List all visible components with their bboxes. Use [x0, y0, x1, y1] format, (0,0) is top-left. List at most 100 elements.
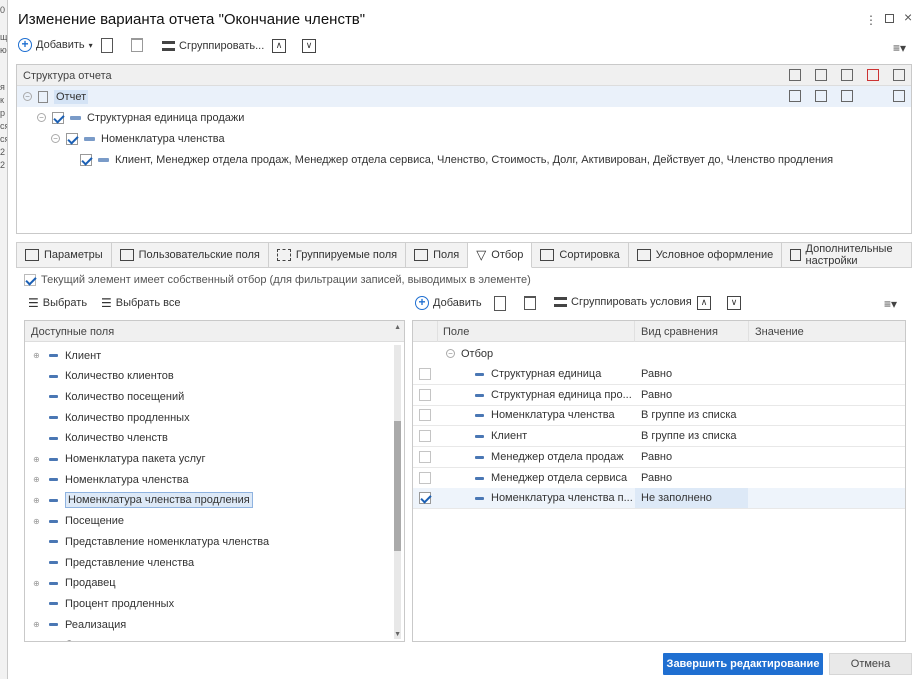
available-field-item[interactable]: Процент продленных — [25, 593, 404, 614]
delete-icon[interactable] — [131, 38, 143, 52]
collapse-icon[interactable]: − — [37, 113, 46, 122]
available-field-item[interactable]: Представление номенклатура членства — [25, 531, 404, 552]
filter-settings-icon[interactable] — [815, 69, 827, 81]
sort-settings-icon[interactable] — [841, 90, 853, 102]
condition-comparison[interactable]: Равно — [635, 468, 748, 488]
structure-item-checkbox[interactable] — [80, 153, 92, 166]
move-up-icon[interactable]: ∧ — [272, 39, 286, 53]
structure-row-sale-unit[interactable]: − Структурная единица продажи — [17, 107, 911, 128]
available-field-item[interactable]: Количество членств — [25, 428, 404, 449]
tab-sort[interactable]: Сортировка — [532, 242, 629, 268]
condition-comparison[interactable]: В группе из списка — [635, 405, 748, 425]
available-field-item[interactable]: ⊕ Номенклатура членства продления — [25, 490, 404, 511]
collapse-icon[interactable]: − — [23, 92, 32, 101]
available-field-item[interactable]: ⊕ Продавец — [25, 573, 404, 594]
expand-icon[interactable]: ⊕ — [33, 579, 42, 588]
expand-icon[interactable]: ⊕ — [33, 517, 42, 526]
structure-item-checkbox[interactable] — [52, 111, 64, 124]
output-settings-icon[interactable] — [893, 90, 905, 102]
menu-icon[interactable]: ≡▾ — [884, 297, 897, 311]
condition-row[interactable]: Менеджер отдела сервиса Равно — [413, 468, 905, 489]
columns-icon[interactable] — [789, 90, 801, 102]
add-button[interactable]: + Добавить ▾ — [18, 38, 93, 52]
sort-settings-icon[interactable] — [841, 69, 853, 81]
condition-checkbox[interactable] — [419, 492, 431, 505]
condition-comparison[interactable]: Равно — [635, 447, 748, 467]
condition-row[interactable]: Структурная единица Равно — [413, 364, 905, 385]
condition-comparison[interactable]: Не заполнено — [635, 488, 748, 509]
expand-icon[interactable]: ⊕ — [33, 455, 42, 464]
filter-settings-icon[interactable] — [815, 90, 827, 102]
available-field-item[interactable]: Количество продленных — [25, 407, 404, 428]
collapse-icon[interactable]: − — [51, 134, 60, 143]
available-field-item[interactable]: Количество посещений — [25, 386, 404, 407]
scroll-down-icon[interactable]: ▼ — [394, 631, 401, 638]
cancel-button[interactable]: Отмена — [829, 653, 912, 675]
menu-icon[interactable]: ≡▾ — [893, 41, 906, 55]
available-field-item[interactable]: ⊕ Реализация — [25, 614, 404, 635]
maximize-icon[interactable] — [885, 14, 894, 23]
select-all-button[interactable]: ☰ Выбрать все — [101, 296, 180, 310]
add-condition-button[interactable]: + Добавить — [415, 296, 482, 310]
condition-comparison[interactable]: Равно — [635, 385, 748, 405]
clear-settings-icon[interactable] — [867, 69, 879, 81]
structure-row-details[interactable]: Клиент, Менеджер отдела продаж, Менеджер… — [17, 149, 911, 170]
copy-icon[interactable] — [101, 38, 113, 53]
expand-icon[interactable]: ⊕ — [33, 620, 42, 629]
copy-icon[interactable] — [494, 296, 506, 311]
tab-fields[interactable]: Поля — [406, 242, 469, 268]
available-field-item[interactable]: Представление членства — [25, 552, 404, 573]
condition-row[interactable]: Структурная единица про... Равно — [413, 385, 905, 406]
delete-icon[interactable] — [524, 296, 536, 310]
condition-checkbox[interactable] — [419, 368, 431, 380]
available-field-item[interactable]: ⊕ Посещение — [25, 511, 404, 532]
own-filter-option[interactable]: Текущий элемент имеет собственный отбор … — [24, 274, 531, 286]
available-field-item[interactable]: ⊕ Номенклатура членства — [25, 469, 404, 490]
structure-row-report[interactable]: − Отчет — [17, 86, 911, 107]
move-down-icon[interactable]: ∨ — [302, 39, 316, 53]
condition-row[interactable]: Клиент В группе из списка — [413, 426, 905, 448]
expand-icon[interactable]: ⊕ — [33, 496, 42, 505]
condition-field: Клиент — [491, 430, 528, 443]
tab-custom-fields[interactable]: Пользовательские поля — [111, 242, 269, 268]
condition-comparison[interactable]: Равно — [635, 364, 748, 384]
condition-row[interactable]: Менеджер отдела продаж Равно — [413, 447, 905, 468]
columns-icon[interactable] — [789, 69, 801, 81]
select-button[interactable]: ☰ Выбрать — [28, 296, 87, 310]
expand-icon[interactable]: ⊕ — [33, 475, 42, 484]
condition-checkbox[interactable] — [419, 388, 431, 401]
own-filter-checkbox[interactable] — [24, 274, 36, 286]
structure-item-checkbox[interactable] — [66, 132, 78, 145]
column-divider — [437, 321, 438, 342]
group-button[interactable]: Сгруппировать... — [162, 40, 264, 52]
output-settings-icon[interactable] — [893, 69, 905, 81]
available-field-item[interactable]: ⊕ Номенклатура пакета услуг — [25, 449, 404, 470]
tab-parameters[interactable]: Параметры — [16, 242, 112, 268]
group-conditions-button[interactable]: Сгруппировать условия — [554, 296, 692, 308]
structure-row-membership[interactable]: − Номенклатура членства — [17, 128, 911, 149]
scroll-up-icon[interactable]: ▲ — [394, 324, 401, 331]
condition-checkbox[interactable] — [419, 471, 431, 484]
condition-row[interactable]: Номенклатура членства В группе из списка — [413, 405, 905, 427]
available-field-item[interactable]: ⊕ Клиент — [25, 345, 404, 366]
move-up-icon[interactable]: ∧ — [697, 296, 711, 310]
condition-checkbox[interactable] — [419, 450, 431, 463]
move-down-icon[interactable]: ∨ — [727, 296, 741, 310]
finish-editing-button[interactable]: Завершить редактирование — [663, 653, 823, 675]
tab-conditional-format[interactable]: Условное оформление — [628, 242, 783, 268]
expand-icon[interactable]: ⊕ — [33, 351, 42, 360]
close-icon[interactable]: × — [904, 9, 912, 25]
condition-comparison[interactable]: В группе из списка — [635, 426, 748, 446]
available-field-item[interactable]: Статус — [25, 635, 404, 641]
scrollbar-thumb[interactable] — [394, 421, 401, 551]
tab-extra-settings[interactable]: Дополнительные настройки — [782, 242, 912, 268]
tab-grouping-fields[interactable]: Группируемые поля — [268, 242, 407, 268]
conditions-root-row[interactable]: − Отбор — [413, 343, 905, 364]
condition-row[interactable]: Номенклатура членства п... Не заполнено — [413, 488, 905, 510]
more-icon[interactable]: ⋮ — [865, 13, 877, 27]
condition-checkbox[interactable] — [419, 430, 431, 443]
tab-filter[interactable]: ▽ Отбор — [468, 242, 533, 268]
collapse-icon[interactable]: − — [446, 349, 455, 358]
condition-checkbox[interactable] — [419, 409, 431, 422]
available-field-item[interactable]: Количество клиентов — [25, 366, 404, 387]
